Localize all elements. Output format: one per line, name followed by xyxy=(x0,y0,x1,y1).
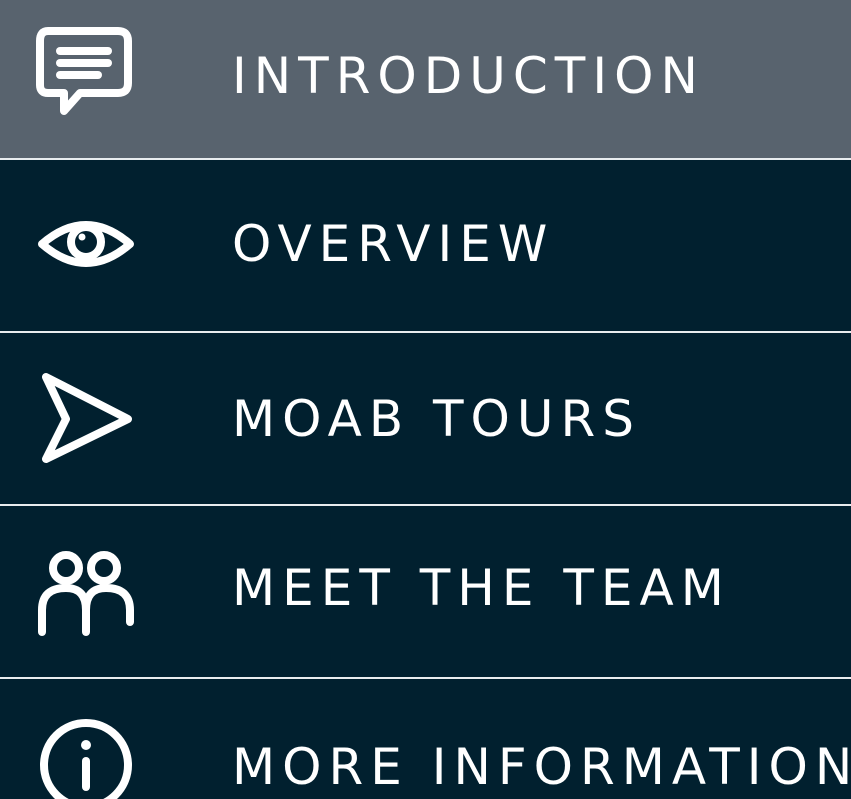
eye-icon xyxy=(36,194,136,294)
speech-bubble-icon xyxy=(36,25,136,125)
menu-item-more-information[interactable]: MORE INFORMATION xyxy=(0,679,851,799)
menu-item-overview[interactable]: OVERVIEW xyxy=(0,160,851,331)
menu-item-introduction[interactable]: INTRODUCTION xyxy=(0,0,851,158)
people-icon xyxy=(36,546,136,646)
menu-item-label: OVERVIEW xyxy=(232,215,555,273)
navigation-menu: INTRODUCTION OVERVIEW MOAB TOURS MEET TH… xyxy=(0,0,851,799)
paper-plane-icon xyxy=(36,369,136,469)
info-icon xyxy=(36,715,136,799)
menu-item-meet-the-team[interactable]: MEET THE TEAM xyxy=(0,506,851,677)
menu-item-label: INTRODUCTION xyxy=(232,47,705,105)
menu-item-label: MOAB TOURS xyxy=(232,390,641,448)
menu-item-moab-tours[interactable]: MOAB TOURS xyxy=(0,333,851,504)
menu-item-label: MORE INFORMATION xyxy=(232,738,851,796)
menu-item-label: MEET THE TEAM xyxy=(232,559,731,617)
